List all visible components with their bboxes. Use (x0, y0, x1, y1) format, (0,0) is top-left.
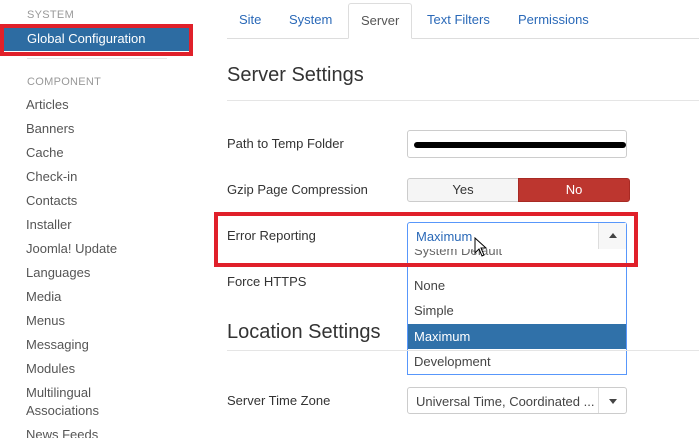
option-simple[interactable]: Simple (408, 298, 626, 323)
temp-folder-label: Path to Temp Folder (227, 136, 344, 151)
location-settings-heading: Location Settings (227, 321, 381, 343)
timezone-label: Server Time Zone (227, 393, 331, 408)
redacted-value (414, 142, 626, 148)
tab-site[interactable]: Site (239, 3, 261, 39)
gzip-toggle: Yes No (407, 178, 630, 202)
tab-permissions[interactable]: Permissions (518, 3, 589, 39)
option-none[interactable]: None (408, 273, 626, 298)
temp-folder-input[interactable] (407, 130, 627, 158)
timezone-value: Universal Time, Coordinated ... (416, 394, 595, 409)
sidebar-item-languages[interactable]: Languages (26, 264, 136, 288)
timezone-select[interactable]: Universal Time, Coordinated ... (407, 387, 627, 414)
gzip-no-button[interactable]: No (518, 178, 630, 202)
config-tabs: Site System Server Text Filters Permissi… (227, 3, 699, 39)
sidebar-heading-system: SYSTEM (27, 9, 75, 21)
highlight-outline (214, 212, 638, 267)
option-maximum[interactable]: Maximum (408, 324, 626, 349)
gzip-yes-button[interactable]: Yes (407, 178, 519, 202)
tab-server[interactable]: Server (348, 3, 413, 39)
sidebar-item-messaging[interactable]: Messaging (26, 336, 136, 360)
error-reporting-dropdown: System Default None Simple Maximum Devel… (407, 249, 627, 375)
sidebar-item-joomla-update[interactable]: Joomla! Update (26, 240, 136, 264)
tab-text-filters[interactable]: Text Filters (427, 3, 490, 39)
sidebar: SYSTEM Global Configuration COMPONENT Ar… (0, 0, 193, 438)
sidebar-item-contacts[interactable]: Contacts (26, 192, 136, 216)
sidebar-heading-component: COMPONENT (27, 76, 102, 88)
sidebar-item-articles[interactable]: Articles (26, 96, 136, 120)
tab-system[interactable]: System (289, 3, 332, 39)
gzip-label: Gzip Page Compression (227, 182, 368, 197)
sidebar-divider (27, 58, 167, 59)
force-https-label: Force HTTPS (227, 274, 307, 289)
section-divider (227, 100, 699, 101)
sidebar-item-installer[interactable]: Installer (26, 216, 136, 240)
sidebar-item-banners[interactable]: Banners (26, 120, 136, 144)
sidebar-item-menus[interactable]: Menus (26, 312, 136, 336)
section-divider (227, 350, 699, 351)
highlight-outline (0, 24, 193, 56)
sidebar-item-modules[interactable]: Modules (26, 360, 136, 384)
option-development[interactable]: Development (408, 349, 626, 374)
sidebar-item-check-in[interactable]: Check-in (26, 168, 136, 192)
server-settings-heading: Server Settings (227, 64, 364, 86)
sidebar-component-list: Articles Banners Cache Check-in Contacts… (26, 96, 136, 438)
sidebar-item-media[interactable]: Media (26, 288, 136, 312)
sidebar-item-news-feeds[interactable]: News Feeds (26, 426, 136, 438)
sidebar-item-cache[interactable]: Cache (26, 144, 136, 168)
mouse-cursor-icon (474, 237, 488, 257)
chevron-down-icon[interactable] (598, 388, 626, 413)
sidebar-item-multilingual-associations[interactable]: Multilingual Associations (26, 384, 136, 426)
